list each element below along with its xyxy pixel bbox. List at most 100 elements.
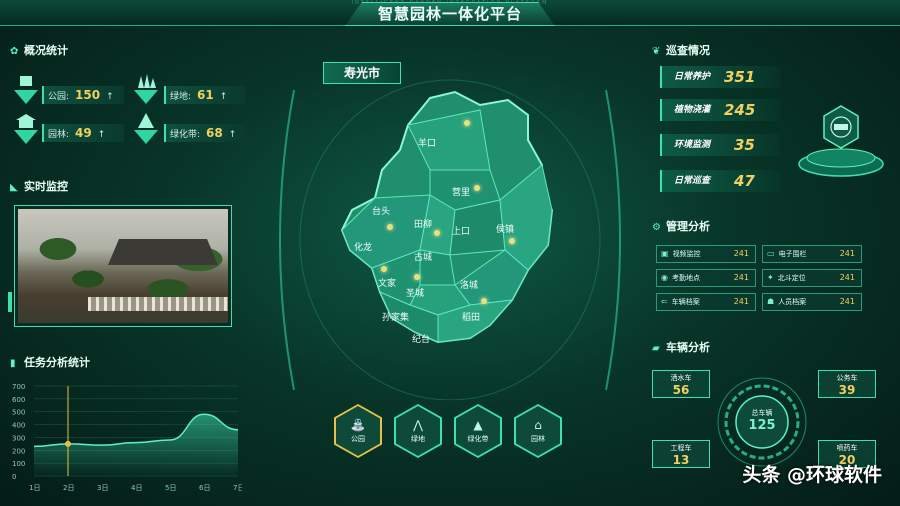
greenland-card[interactable] xyxy=(132,72,160,110)
mgmt-vehicle-file[interactable]: ⇐ 车辆档案 241 xyxy=(656,293,756,311)
vehicle-label: 喷药车 xyxy=(836,444,858,452)
area-fill xyxy=(34,414,238,476)
y-tick-label: 400 xyxy=(12,422,25,430)
region-label: 洛城 xyxy=(460,281,479,291)
y-tick-label: 200 xyxy=(12,447,25,455)
patrol-row[interactable]: 植物浇灌 245 xyxy=(660,99,780,121)
patrol-row[interactable]: 环境监测 35 xyxy=(660,134,780,156)
patrol-label: 植物浇灌 xyxy=(674,105,711,115)
tree-icon xyxy=(134,113,158,144)
patrol-row[interactable]: 日常养护 351 xyxy=(660,66,780,88)
vehicle-value: 13 xyxy=(672,453,690,467)
greenland-label: 绿地: xyxy=(170,92,192,102)
greenbelt-card[interactable] xyxy=(132,112,160,150)
map-marker[interactable] xyxy=(481,298,487,304)
truck-icon: ▰ xyxy=(652,343,660,354)
filter-greenbelt-label: 绿化带 xyxy=(467,435,489,443)
location-pin-icon: ◉ xyxy=(661,273,668,282)
city-map[interactable] xyxy=(280,70,620,400)
mgmt-video-monitor[interactable]: ▣ 视频监控 241 xyxy=(656,245,756,263)
tree-icon: ▲ xyxy=(473,418,483,432)
vehicle-label: 洒水车 xyxy=(670,374,692,382)
left-arc-decoration xyxy=(279,90,295,390)
satellite-icon: ✦ xyxy=(767,273,774,282)
garden-photo xyxy=(18,209,228,323)
filter-garden-label: 园林 xyxy=(531,435,545,443)
stone-railing xyxy=(88,297,228,311)
monitor-video[interactable] xyxy=(14,205,232,327)
map-marker[interactable] xyxy=(474,185,480,191)
highlight-point[interactable] xyxy=(65,440,71,447)
region-label: 纪台 xyxy=(412,335,431,345)
filter-greenland-label: 绿地 xyxy=(411,435,425,443)
total-vehicles-value: 125 xyxy=(748,418,776,433)
region-label: 台头 xyxy=(372,207,391,217)
garden-stat: 园林: 49 ↑ xyxy=(42,124,124,142)
map-marker[interactable] xyxy=(509,238,515,244)
fence-icon: ▭ xyxy=(767,249,775,258)
person-file-icon: ☗ xyxy=(767,297,775,306)
mgmt-label: 人员档案 xyxy=(778,298,807,306)
mgmt-staff-file[interactable]: ☗ 人员档案 241 xyxy=(762,293,862,311)
map-marker[interactable] xyxy=(381,266,387,272)
region-label: 羊口 xyxy=(418,139,437,149)
mgmt-e-fence[interactable]: ▭ 电子围栏 241 xyxy=(762,245,862,263)
region-label: 营里 xyxy=(452,188,471,198)
y-tick-label: 600 xyxy=(12,396,25,404)
y-tick-label: 100 xyxy=(12,460,25,468)
mgmt-value: 241 xyxy=(733,297,749,306)
y-tick-label: 700 xyxy=(12,383,25,391)
park-icon: ⛲ xyxy=(350,418,366,432)
patrol-row[interactable]: 日常巡查 47 xyxy=(660,170,780,192)
mgmt-label: 考勤地点 xyxy=(671,274,700,282)
mgmt-label: 北斗定位 xyxy=(777,274,806,282)
region-label: 侯镇 xyxy=(496,225,515,235)
filter-greenland-button[interactable]: ⋀ 绿地 xyxy=(394,404,442,458)
greenland-stat: 绿地: 61 ↑ xyxy=(164,86,246,104)
bar-chart-icon: ▮ xyxy=(10,358,16,369)
leaf-icon: ❦ xyxy=(652,46,661,57)
park-card[interactable] xyxy=(12,72,40,110)
mgmt-attendance[interactable]: ◉ 考勤地点 241 xyxy=(656,269,756,287)
grass-icon: ⋀ xyxy=(413,418,423,432)
map-marker[interactable] xyxy=(434,230,440,236)
park-icon xyxy=(14,76,38,104)
vehicle-engineering[interactable]: 工程车 13 xyxy=(652,440,710,468)
mgmt-label: 电子围栏 xyxy=(778,250,807,258)
garden-label: 园林: xyxy=(48,130,70,140)
greenbelt-stat: 绿化带: 68 ↑ xyxy=(164,124,246,142)
right-arc-decoration xyxy=(605,90,621,390)
region-label: 稻田 xyxy=(462,313,481,323)
video-icon: ▣ xyxy=(661,249,669,258)
patrol-value: 47 xyxy=(734,172,755,190)
monitor-section-title: ◣ 实时监控 xyxy=(10,180,68,193)
region-label: 古城 xyxy=(414,253,433,263)
x-tick-label: 5日 xyxy=(165,484,176,492)
filter-park-button[interactable]: ⛲ 公园 xyxy=(334,404,382,458)
greenland-value: 61 xyxy=(197,88,214,102)
park-value: 150 xyxy=(75,88,101,102)
map-marker[interactable] xyxy=(387,224,393,230)
vehicle-sprinkler[interactable]: 洒水车 56 xyxy=(652,370,710,398)
mgmt-label: 视频监控 xyxy=(672,250,701,258)
task-area-chart: 700 600 500 400 300 200 100 0 1日 2日 3日 4日 5日 6日 7日 xyxy=(12,383,242,492)
x-tick-label: 4日 xyxy=(131,484,142,492)
filter-greenbelt-button[interactable]: ▲ 绿化带 xyxy=(454,404,502,458)
greenland-arrow: ↑ xyxy=(219,92,228,102)
garden-value: 49 xyxy=(75,126,92,140)
vehicle-value: 39 xyxy=(838,383,856,397)
mgmt-beidou[interactable]: ✦ 北斗定位 241 xyxy=(762,269,862,287)
mgmt-label: 车辆档案 xyxy=(671,298,700,306)
filter-garden-button[interactable]: ⌂ 园林 xyxy=(514,404,562,458)
mgmt-value: 241 xyxy=(839,297,855,306)
vehicle-section-title: ▰ 车辆分析 xyxy=(652,341,710,354)
patrol-label: 日常养护 xyxy=(674,72,711,82)
park-stat: 公园: 150 ↑ xyxy=(42,86,124,104)
garden-arrow: ↑ xyxy=(97,130,106,140)
monitor-prev-handle[interactable] xyxy=(8,292,12,312)
vehicle-official[interactable]: 公务车 39 xyxy=(818,370,876,398)
patrol-section-title: ❦ 巡查情况 xyxy=(652,44,710,57)
map-marker[interactable] xyxy=(464,120,470,126)
garden-card[interactable] xyxy=(12,112,40,150)
map-marker[interactable] xyxy=(414,274,420,280)
